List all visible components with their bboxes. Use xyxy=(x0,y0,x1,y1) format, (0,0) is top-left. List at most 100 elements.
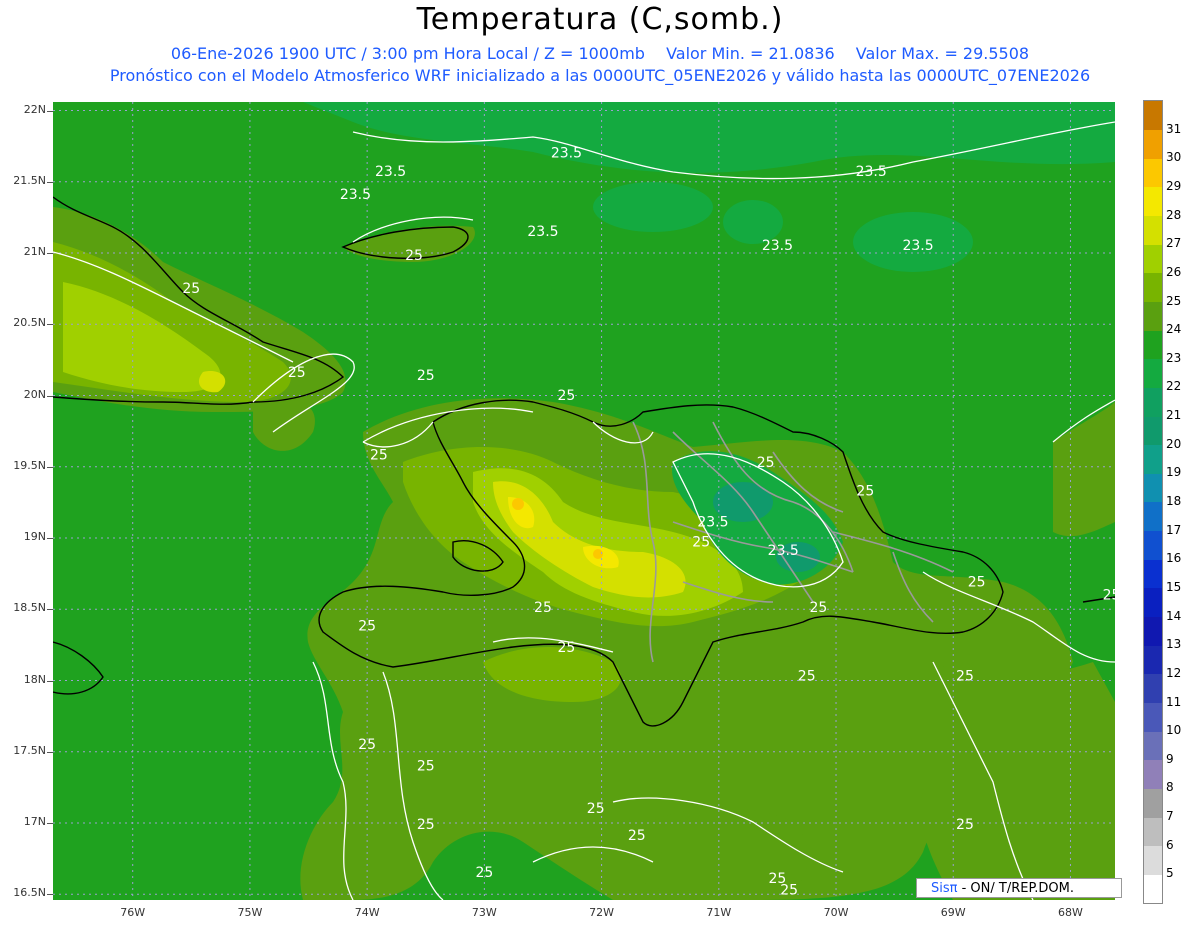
colorbar-cell xyxy=(1144,186,1162,217)
lat-tick xyxy=(47,609,53,611)
colorbar-level: 14 xyxy=(1166,608,1182,623)
contour-label: 23.5 xyxy=(527,224,558,240)
lat-tick xyxy=(47,324,53,326)
colorbar-cell xyxy=(1144,301,1162,331)
colorbar-cell xyxy=(1144,244,1162,274)
contour-label: 25 xyxy=(757,455,775,471)
lon-label: 70W xyxy=(823,906,849,919)
logo-sis: Sisπ xyxy=(931,881,958,896)
colorbar-level: 6 xyxy=(1166,837,1174,852)
lat-label: 17.5N xyxy=(13,743,46,757)
contour-label: 25 xyxy=(628,828,646,844)
colorbar-level: 25 xyxy=(1166,293,1182,308)
contour-label: 25 xyxy=(587,801,605,817)
colorbar-cell xyxy=(1144,101,1162,131)
colorbar-level: 13 xyxy=(1166,637,1182,652)
contour-label: 25 xyxy=(370,448,388,464)
colorbar-level: 20 xyxy=(1166,436,1182,451)
lat-tick xyxy=(47,751,53,753)
lat-label: 21N xyxy=(23,245,46,259)
colorbar-level: 23 xyxy=(1166,350,1182,365)
lat-tick xyxy=(47,110,53,112)
contour-label: 23.5 xyxy=(551,146,582,162)
colorbar-level: 16 xyxy=(1166,551,1182,566)
lat-tick xyxy=(47,538,53,540)
lon-label: 72W xyxy=(589,906,615,919)
colorbar-cell xyxy=(1144,416,1162,446)
lat-tick xyxy=(47,395,53,397)
colorbar-cell xyxy=(1144,845,1162,875)
contour-label: 25 xyxy=(288,365,306,381)
colorbar-level: 26 xyxy=(1166,264,1182,279)
contour-label: 25 xyxy=(956,669,974,685)
colorbar-cell xyxy=(1144,387,1162,417)
colorbar-cell xyxy=(1144,473,1162,503)
contour-label: 25 xyxy=(358,737,376,753)
contour-label: 25 xyxy=(358,619,376,635)
colorbar-level: 31 xyxy=(1166,121,1182,136)
colorbar-cell xyxy=(1144,616,1162,646)
lat-label: 19.5N xyxy=(13,458,46,472)
lon-label: 68W xyxy=(1058,906,1083,919)
forecast-line: Pronóstico con el Modelo Atmosferico WRF… xyxy=(109,66,1091,85)
lat-label: 21.5N xyxy=(13,173,46,187)
colorbar-cell xyxy=(1144,645,1162,675)
colorbar-cell xyxy=(1144,817,1162,847)
contour-label: 25 xyxy=(798,669,816,685)
colorbar-level: 9 xyxy=(1166,751,1174,766)
colorbar-level: 24 xyxy=(1166,322,1182,337)
contour-label: 25 xyxy=(182,281,200,297)
colorbar-cell xyxy=(1144,444,1162,474)
contour-label: 25 xyxy=(856,483,874,499)
colorbar-level: 27 xyxy=(1166,236,1182,251)
contour-label: 25 xyxy=(956,817,974,833)
lat-tick xyxy=(47,894,53,896)
colorbar-cell xyxy=(1144,788,1162,818)
lat-label: 19N xyxy=(23,530,46,544)
contour-label: 25 xyxy=(558,640,576,656)
lon-label: 71W xyxy=(706,906,732,919)
colorbar-cell xyxy=(1144,874,1162,904)
contour-label: 23.5 xyxy=(375,164,406,180)
colorbar-cell xyxy=(1144,272,1162,302)
colorbar-level: 28 xyxy=(1166,207,1182,222)
contour-label: 23.5 xyxy=(762,238,793,254)
sispi-logo: Sisπ - ON/ T/REP.DOM. xyxy=(916,878,1122,898)
colorbar-level: 19 xyxy=(1166,465,1182,480)
lon-label: 73W xyxy=(471,906,497,919)
colorbar-level: 30 xyxy=(1166,150,1182,165)
colorbar-level: 12 xyxy=(1166,665,1182,680)
colorbar-level: 7 xyxy=(1166,809,1174,824)
lat-label: 20.5N xyxy=(13,316,46,330)
contour-label: 25 xyxy=(692,535,710,551)
lon-label: 75W xyxy=(237,906,263,919)
contour-label: 25 xyxy=(534,600,552,616)
contour-label: 23.5 xyxy=(768,543,799,559)
contour-label: 25 xyxy=(558,388,576,404)
contour-label: 25 xyxy=(810,600,828,616)
colorbar xyxy=(1143,100,1163,904)
lat-label: 16.5N xyxy=(13,886,46,900)
logo-rest: - ON/ T/REP.DOM. xyxy=(957,881,1074,896)
contour-label: 25 xyxy=(405,248,423,264)
colorbar-cell xyxy=(1144,215,1162,245)
min-value: Valor Min. = 21.0836 xyxy=(666,44,835,63)
lat-tick xyxy=(47,823,53,825)
lat-label: 22N xyxy=(23,102,46,116)
contour-label: 23.5 xyxy=(697,515,728,531)
contour-label: 25 xyxy=(417,758,435,774)
colorbar-level: 22 xyxy=(1166,379,1182,394)
colorbar-cell xyxy=(1144,502,1162,532)
lon-label: 69W xyxy=(940,906,966,919)
contour-label: 25 xyxy=(417,368,435,384)
colorbar-cell xyxy=(1144,559,1162,589)
colorbar-level: 21 xyxy=(1166,408,1182,423)
colorbar-cell xyxy=(1144,673,1162,703)
lat-label: 20N xyxy=(23,387,46,401)
contour-label: 25 xyxy=(417,817,435,833)
colorbar-cell xyxy=(1144,587,1162,618)
subtitle-date-line: 06-Ene-2026 1900 UTC / 3:00 pm Hora Loca… xyxy=(0,44,1200,63)
colorbar-cell xyxy=(1144,731,1162,761)
colorbar-cell xyxy=(1144,702,1162,732)
colorbar-level: 29 xyxy=(1166,178,1182,193)
